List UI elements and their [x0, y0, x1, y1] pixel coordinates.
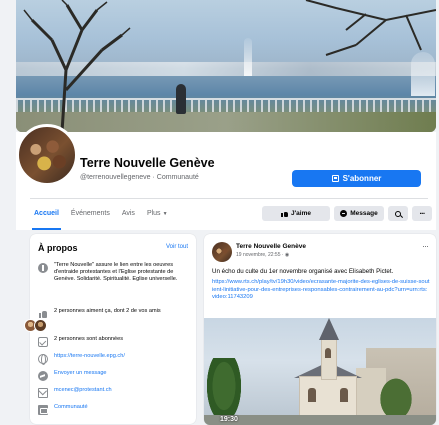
tab-more[interactable]: Plus ▼ — [147, 204, 168, 226]
cover-tree-right — [305, 0, 436, 56]
more-icon: ··· — [419, 209, 426, 218]
about-likes: 2 personnes aiment ça, dont 2 de vos ami… — [54, 308, 161, 314]
tab-more-label: Plus — [146, 210, 161, 217]
about-title: À propos — [38, 243, 78, 253]
message-label: Message — [350, 210, 378, 217]
tab-reviews[interactable]: Avis — [122, 204, 135, 226]
about-message-row[interactable]: Envoyer un message — [38, 370, 190, 381]
tab-events-label: Événements — [70, 210, 110, 217]
about-followers: 2 personnes sont abonnées — [54, 336, 124, 342]
post-date-text: 19 novembre, 22:55 · — [236, 252, 285, 258]
photo-ground — [204, 415, 436, 425]
tab-reviews-label: Avis — [121, 210, 135, 217]
category-icon — [38, 405, 48, 415]
photo-church-tower — [321, 338, 337, 380]
about-followers-row: 2 personnes sont abonnées — [38, 336, 190, 347]
subscribe-button[interactable]: S'abonner — [292, 170, 421, 187]
thumbs-up-icon — [38, 309, 48, 319]
search-icon — [395, 210, 401, 217]
email-icon — [38, 388, 48, 398]
about-description: "Terre Nouvelle" assure le lien entre le… — [54, 262, 178, 283]
facebook-page: Terre Nouvelle Genève @terrenouvellegene… — [0, 0, 439, 425]
messenger-icon — [38, 371, 48, 381]
like-button[interactable]: J'aime — [262, 206, 330, 221]
about-description-row: "Terre Nouvelle" assure le lien entre le… — [38, 262, 190, 284]
photo-window — [325, 348, 331, 358]
photo-window — [340, 388, 348, 402]
tab-home-label: Accueil — [34, 210, 59, 217]
globe-icon — [38, 354, 48, 365]
cover-person — [176, 84, 186, 114]
post-photo[interactable]: 19:30 — [204, 318, 436, 425]
page-title: Terre Nouvelle Genève — [80, 156, 215, 170]
page-actions: J'aime Message ··· — [262, 206, 432, 221]
post-author-avatar[interactable] — [212, 242, 232, 262]
photo-church-spire — [319, 318, 339, 340]
tab-events[interactable]: Événements — [71, 204, 110, 226]
followers-check-icon — [38, 337, 48, 347]
about-category-link[interactable]: Communauté — [54, 404, 88, 415]
globe-icon: ◉ — [284, 252, 290, 258]
about-card: À propos Voir tout "Terre Nouvelle" assu… — [30, 234, 196, 424]
about-email-row[interactable]: mcenec@protestant.ch — [38, 387, 190, 398]
profile-picture[interactable] — [16, 124, 78, 186]
header-divider — [30, 198, 428, 199]
thumbs-up-icon — [281, 211, 288, 217]
post-date[interactable]: 19 novembre, 22:55 · ◉ — [236, 252, 289, 258]
friend-avatar[interactable] — [34, 319, 47, 332]
page-handle: @terrenouvellegeneve · Communauté — [80, 174, 199, 181]
photo-badge: 19:30 — [220, 416, 238, 423]
about-website-row[interactable]: https://terre-nouvelle.epg.ch/ — [38, 353, 190, 365]
post-more-icon[interactable]: ··· — [422, 241, 429, 251]
friend-avatars[interactable] — [24, 319, 47, 332]
cover-tree-left — [23, 0, 131, 132]
caret-down-icon: ▼ — [162, 211, 168, 217]
about-website-link[interactable]: https://terre-nouvelle.epg.ch/ — [54, 353, 125, 364]
post-author[interactable]: Terre Nouvelle Genève — [236, 243, 306, 250]
subscribe-label: S'abonner — [342, 174, 382, 183]
tab-home[interactable]: Accueil — [32, 204, 61, 230]
about-email-link[interactable]: mcenec@protestant.ch — [54, 387, 112, 398]
photo-window — [308, 388, 316, 402]
about-message-link[interactable]: Envoyer un message — [54, 370, 107, 381]
page-tabs: Accueil Événements Avis Plus ▼ — [32, 204, 168, 230]
messenger-icon — [340, 210, 348, 217]
message-button[interactable]: Message — [334, 206, 384, 221]
about-likes-row: 2 personnes aiment ça, dont 2 de vos ami… — [38, 308, 190, 319]
more-options-button[interactable]: ··· — [412, 206, 432, 221]
about-category-row[interactable]: Communauté — [38, 404, 190, 415]
info-icon — [38, 263, 48, 273]
about-see-all-link[interactable]: Voir tout — [166, 244, 188, 250]
cover-photo[interactable] — [16, 0, 436, 132]
post-text: Un écho du culte du 1er novembre organis… — [212, 268, 394, 275]
post-card: Terre Nouvelle Genève 19 novembre, 22:55… — [204, 234, 436, 425]
search-button[interactable] — [388, 206, 408, 221]
post-link[interactable]: https://www.rts.ch/play/tv/19h30/video/e… — [212, 279, 430, 302]
subscribe-icon — [331, 175, 339, 182]
like-label: J'aime — [291, 210, 311, 217]
